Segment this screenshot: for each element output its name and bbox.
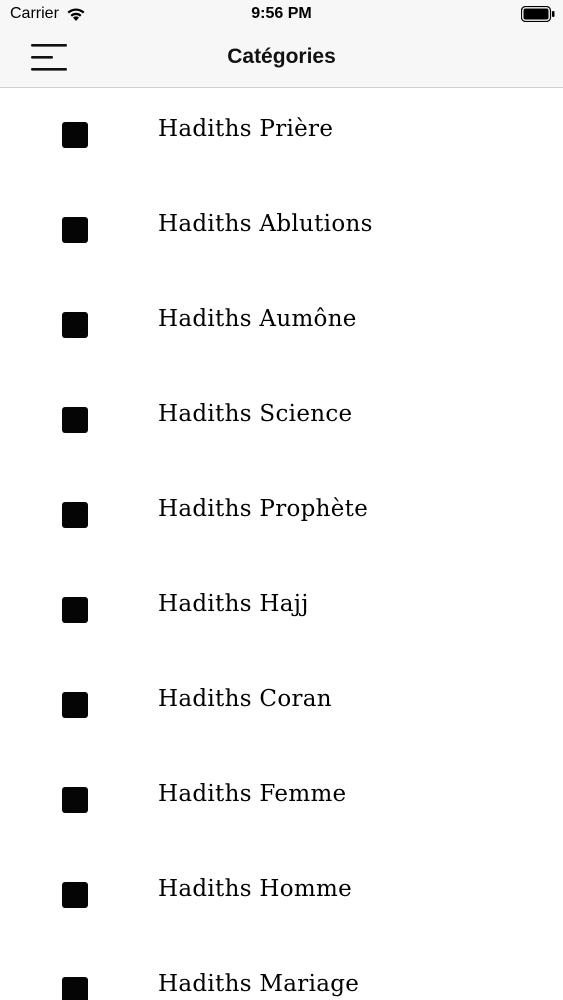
category-label: Hadiths Aumône xyxy=(158,306,357,332)
category-item-aumone[interactable]: Hadiths Aumône xyxy=(0,278,563,373)
square-icon xyxy=(62,502,88,528)
category-item-hajj[interactable]: Hadiths Hajj xyxy=(0,563,563,658)
category-label: Hadiths Prophète xyxy=(158,496,369,522)
square-icon xyxy=(62,787,88,813)
status-bar: Carrier 9:56 PM xyxy=(0,0,563,30)
category-list: Hadiths Prière Hadiths Ablutions Hadiths… xyxy=(0,88,563,1000)
battery-icon xyxy=(521,6,555,22)
category-item-ablutions[interactable]: Hadiths Ablutions xyxy=(0,183,563,278)
status-time: 9:56 PM xyxy=(251,5,312,22)
category-label: Hadiths Science xyxy=(158,401,353,427)
square-icon xyxy=(62,882,88,908)
category-item-homme[interactable]: Hadiths Homme xyxy=(0,848,563,943)
square-icon xyxy=(62,692,88,718)
category-label: Hadiths Coran xyxy=(158,686,332,712)
category-item-mariage[interactable]: Hadiths Mariage xyxy=(0,943,563,1000)
category-item-priere[interactable]: Hadiths Prière xyxy=(0,88,563,183)
square-icon xyxy=(62,407,88,433)
square-icon xyxy=(62,217,88,243)
category-item-coran[interactable]: Hadiths Coran xyxy=(0,658,563,753)
square-icon xyxy=(62,977,88,1000)
category-label: Hadiths Hajj xyxy=(158,591,309,617)
category-label: Hadiths Femme xyxy=(158,781,347,807)
square-icon xyxy=(62,122,88,148)
app-screen: Carrier 9:56 PM Catégories Hadiths Prièr… xyxy=(0,0,563,1000)
page-title: Catégories xyxy=(227,45,336,68)
category-item-science[interactable]: Hadiths Science xyxy=(0,373,563,468)
category-item-prophete[interactable]: Hadiths Prophète xyxy=(0,468,563,563)
square-icon xyxy=(62,597,88,623)
category-label: Hadiths Ablutions xyxy=(158,211,373,237)
category-label: Hadiths Prière xyxy=(158,116,334,142)
category-label: Hadiths Homme xyxy=(158,876,353,902)
category-label: Hadiths Mariage xyxy=(158,971,360,997)
square-icon xyxy=(62,312,88,338)
navigation-bar: Catégories xyxy=(0,30,563,88)
category-item-femme[interactable]: Hadiths Femme xyxy=(0,753,563,848)
